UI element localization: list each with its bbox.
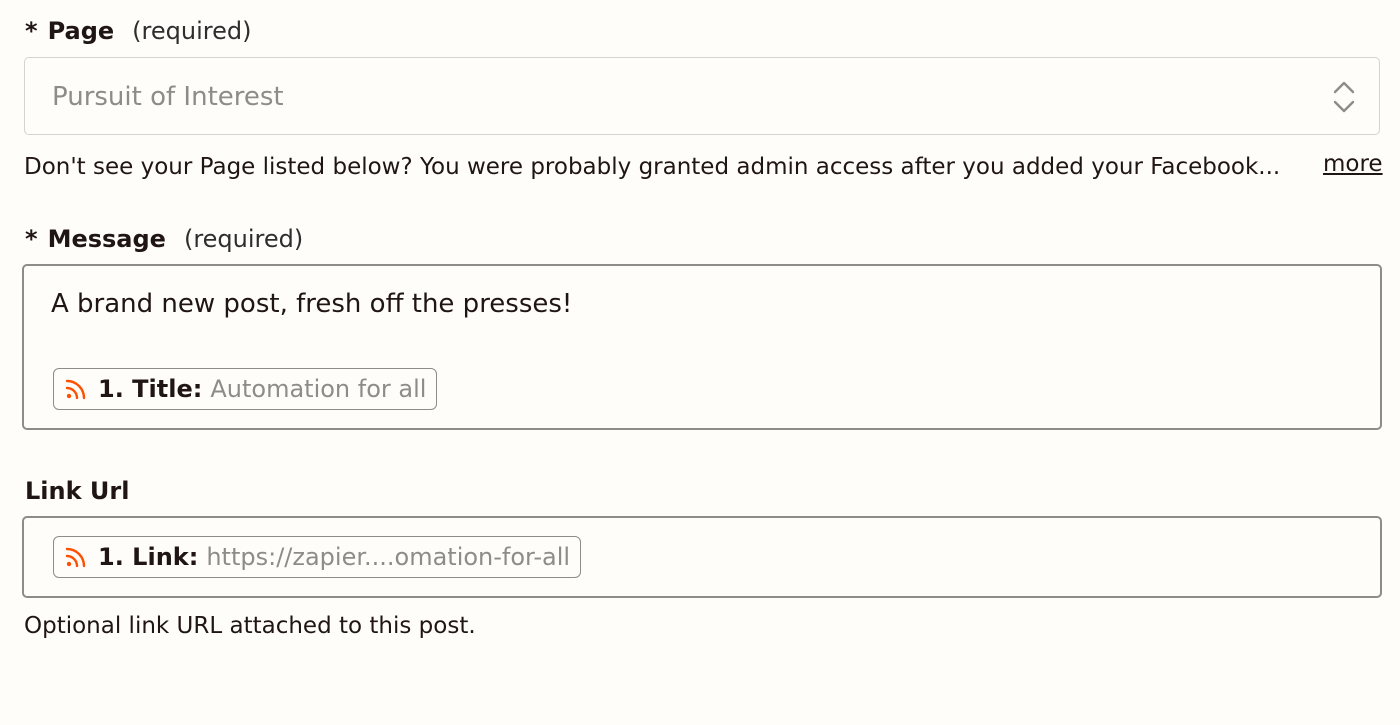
rss-icon	[64, 377, 88, 401]
required-hint: (required)	[132, 17, 252, 45]
pill-key: 1. Link:	[98, 543, 199, 571]
link-url-input[interactable]: 1. Link: https://zapier....omation-for-a…	[22, 516, 1382, 598]
pill-value: https://zapier....omation-for-all	[206, 543, 571, 571]
link-data-pill[interactable]: 1. Link: https://zapier....omation-for-a…	[53, 536, 582, 578]
required-marker: *	[25, 17, 38, 45]
page-select[interactable]: Pursuit of Interest	[24, 57, 1380, 135]
title-data-pill[interactable]: 1. Title: Automation for all	[53, 368, 438, 410]
message-text: A brand new post, fresh off the presses!	[51, 289, 573, 319]
required-hint: (required)	[183, 225, 304, 253]
link-url-field-label: Link Url	[25, 476, 147, 506]
message-input[interactable]: A brand new post, fresh off the presses!…	[22, 264, 1382, 430]
message-label-text: Message	[47, 225, 166, 253]
message-field-label: * Message (required)	[25, 224, 303, 254]
chevron-up-down-icon	[1333, 80, 1355, 114]
link-url-label-text: Link Url	[25, 477, 130, 505]
rss-icon	[64, 545, 88, 569]
more-link[interactable]: more	[1323, 149, 1383, 179]
link-url-help-text: Optional link URL attached to this post.	[24, 613, 476, 639]
required-marker: *	[25, 225, 38, 253]
page-select-value: Pursuit of Interest	[52, 82, 284, 112]
page-field-label: * Page (required)	[25, 16, 251, 46]
pill-key: 1. Title:	[98, 375, 203, 403]
pill-value: Automation for all	[210, 375, 427, 403]
page-help-text: Don't see your Page listed below? You we…	[24, 154, 1281, 180]
page-label-text: Page	[47, 17, 115, 45]
